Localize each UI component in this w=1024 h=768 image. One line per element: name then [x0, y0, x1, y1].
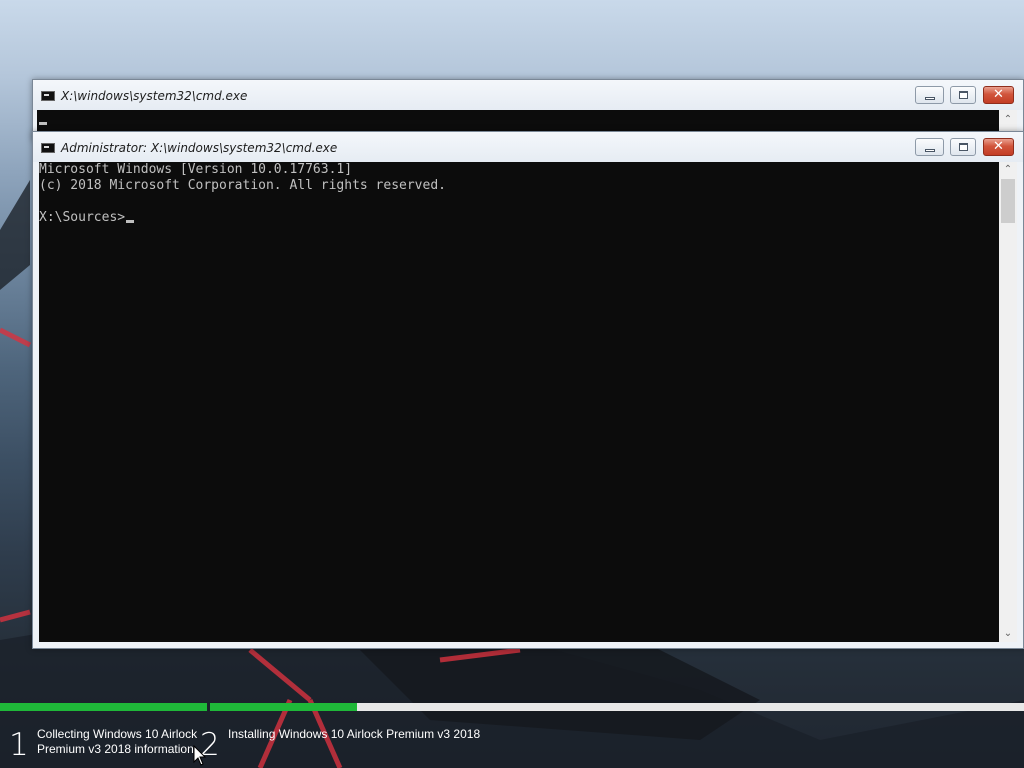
minimize-button[interactable]	[915, 86, 944, 104]
maximize-icon	[951, 139, 975, 155]
step1-number: 1	[9, 727, 29, 763]
mouse-pointer-icon	[193, 745, 207, 766]
minimize-icon	[916, 139, 943, 155]
step2-progress-track	[210, 703, 1024, 711]
console-area[interactable]: Microsoft Windows [Version 10.0.17763.1]…	[39, 162, 999, 642]
scroll-up-arrow-icon[interactable]: ⌃	[999, 112, 1017, 128]
step2-progress-fill	[210, 703, 357, 711]
vertical-scrollbar[interactable]: ⌃ ⌄	[999, 162, 1017, 642]
step2-label: Installing Windows 10 Airlock Premium v3…	[228, 727, 481, 741]
console-line: Microsoft Windows [Version 10.0.17763.1]	[39, 162, 353, 177]
close-icon: ✕	[993, 139, 1004, 154]
command-prompt[interactable]: X:\Sources>	[39, 210, 999, 226]
close-button[interactable]: ✕	[983, 86, 1014, 104]
scroll-up-arrow-icon[interactable]: ⌃	[999, 162, 1017, 178]
prompt-text: X:\Sources>	[39, 210, 126, 225]
text-cursor	[126, 220, 135, 223]
cmd-window-front[interactable]: Administrator: X:\windows\system32\cmd.e…	[32, 131, 1024, 649]
console-line: (c) 2018 Microsoft Corporation. All righ…	[39, 178, 446, 193]
maximize-button[interactable]	[950, 138, 976, 156]
minimize-button[interactable]	[915, 138, 944, 156]
step1-label: Collecting Windows 10 Airlock Premium v3…	[37, 727, 198, 756]
title-bar[interactable]: X:\windows\system32\cmd.exe ✕	[33, 80, 1023, 110]
maximize-icon	[951, 87, 975, 103]
minimize-icon	[916, 87, 943, 103]
step1-progress-fill	[0, 703, 207, 711]
console-line	[39, 194, 999, 210]
title-bar[interactable]: Administrator: X:\windows\system32\cmd.e…	[33, 132, 1023, 162]
console-icon	[41, 143, 55, 153]
window-title: Administrator: X:\windows\system32\cmd.e…	[61, 141, 338, 155]
console-icon	[41, 91, 55, 101]
scroll-thumb[interactable]	[1001, 179, 1015, 223]
close-button[interactable]: ✕	[983, 138, 1014, 156]
close-icon: ✕	[993, 87, 1004, 102]
maximize-button[interactable]	[950, 86, 976, 104]
text-cursor	[39, 122, 47, 125]
scroll-down-arrow-icon[interactable]: ⌄	[999, 626, 1017, 642]
window-title: X:\windows\system32\cmd.exe	[61, 89, 248, 103]
step1-progress-track	[0, 703, 207, 711]
